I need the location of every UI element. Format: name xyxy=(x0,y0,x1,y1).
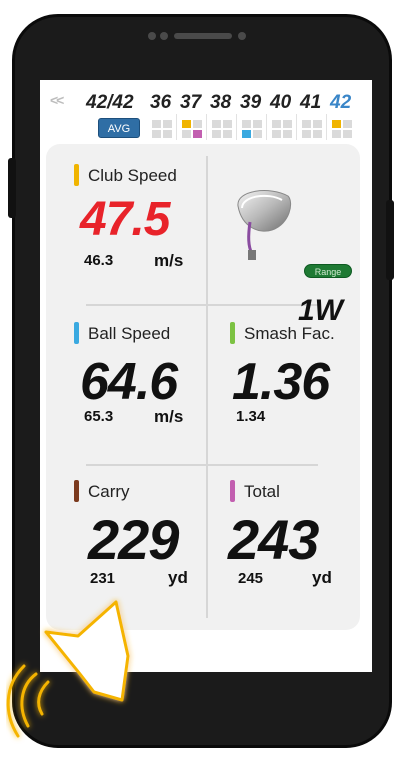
app-screen: << 42/42 AVG 36 37 38 39 40 41 42 Club S… xyxy=(40,80,372,672)
shot-metrics-card: Club Speed 47.5 46.3 m/s Range 1W Ball S… xyxy=(46,144,360,630)
total-unit: yd xyxy=(312,568,332,587)
club-name: 1W xyxy=(298,294,343,327)
total-accent xyxy=(230,480,235,502)
club-speed-unit: m/s xyxy=(154,251,184,270)
row-divider xyxy=(86,304,318,306)
club-speed-sub: 46.3 xyxy=(84,252,114,269)
shot-36-indicator-icon xyxy=(152,120,172,140)
club-speed-value: 47.5 xyxy=(80,193,170,246)
total-value: 243 xyxy=(228,508,319,571)
total-label: Total xyxy=(244,482,280,501)
shot-40-indicator-icon xyxy=(272,120,292,140)
ball-speed-unit: m/s xyxy=(154,407,184,426)
shot-37-indicator-icon xyxy=(182,120,202,140)
ball-speed-sub: 65.3 xyxy=(84,408,114,425)
smash-factor-sub: 1.34 xyxy=(236,408,266,425)
shot-tab-42[interactable]: 42 xyxy=(330,92,351,114)
shot-tab-41[interactable]: 41 xyxy=(300,92,321,114)
smash-factor-value: 1.36 xyxy=(232,353,330,411)
speaker-sound-icon[interactable] xyxy=(6,596,146,746)
side-button-left xyxy=(8,158,16,218)
shot-41-indicator-icon xyxy=(302,120,322,140)
shot-38-indicator-icon xyxy=(212,120,232,140)
carry-unit: yd xyxy=(168,568,188,587)
shot-tab-37[interactable]: 37 xyxy=(180,92,201,114)
smash-factor-accent xyxy=(230,322,235,344)
shot-tab-40[interactable]: 40 xyxy=(270,92,291,114)
shot-count: 42/42 xyxy=(86,92,134,113)
ball-speed-value: 64.6 xyxy=(80,353,178,411)
shot-tab-38[interactable]: 38 xyxy=(210,92,231,114)
club-speed-accent xyxy=(74,164,79,186)
shot-39-indicator-icon xyxy=(242,120,262,140)
shot-selector: << 42/42 AVG 36 37 38 39 40 41 42 xyxy=(40,88,372,142)
total-sub: 245 xyxy=(238,570,264,587)
carry-sub: 231 xyxy=(90,570,116,587)
shot-tab-39[interactable]: 39 xyxy=(240,92,261,114)
back-button[interactable]: << xyxy=(50,92,64,108)
column-divider xyxy=(206,156,208,618)
ball-speed-label: Ball Speed xyxy=(88,324,171,343)
shot-tab-36[interactable]: 36 xyxy=(150,92,171,114)
ball-speed-accent xyxy=(74,322,79,344)
carry-label: Carry xyxy=(88,482,130,501)
driver-club-icon xyxy=(237,190,292,260)
avg-button[interactable]: AVG xyxy=(98,118,140,138)
side-button-right xyxy=(386,200,394,280)
carry-accent xyxy=(74,480,79,502)
shot-42-indicator-icon xyxy=(332,120,352,140)
range-mode-badge[interactable]: Range xyxy=(304,264,352,278)
carry-value: 229 xyxy=(88,508,179,571)
club-speed-label: Club Speed xyxy=(88,166,177,185)
earpiece xyxy=(148,32,258,40)
row-divider xyxy=(86,464,318,466)
smash-factor-label: Smash Fac. xyxy=(244,324,335,343)
